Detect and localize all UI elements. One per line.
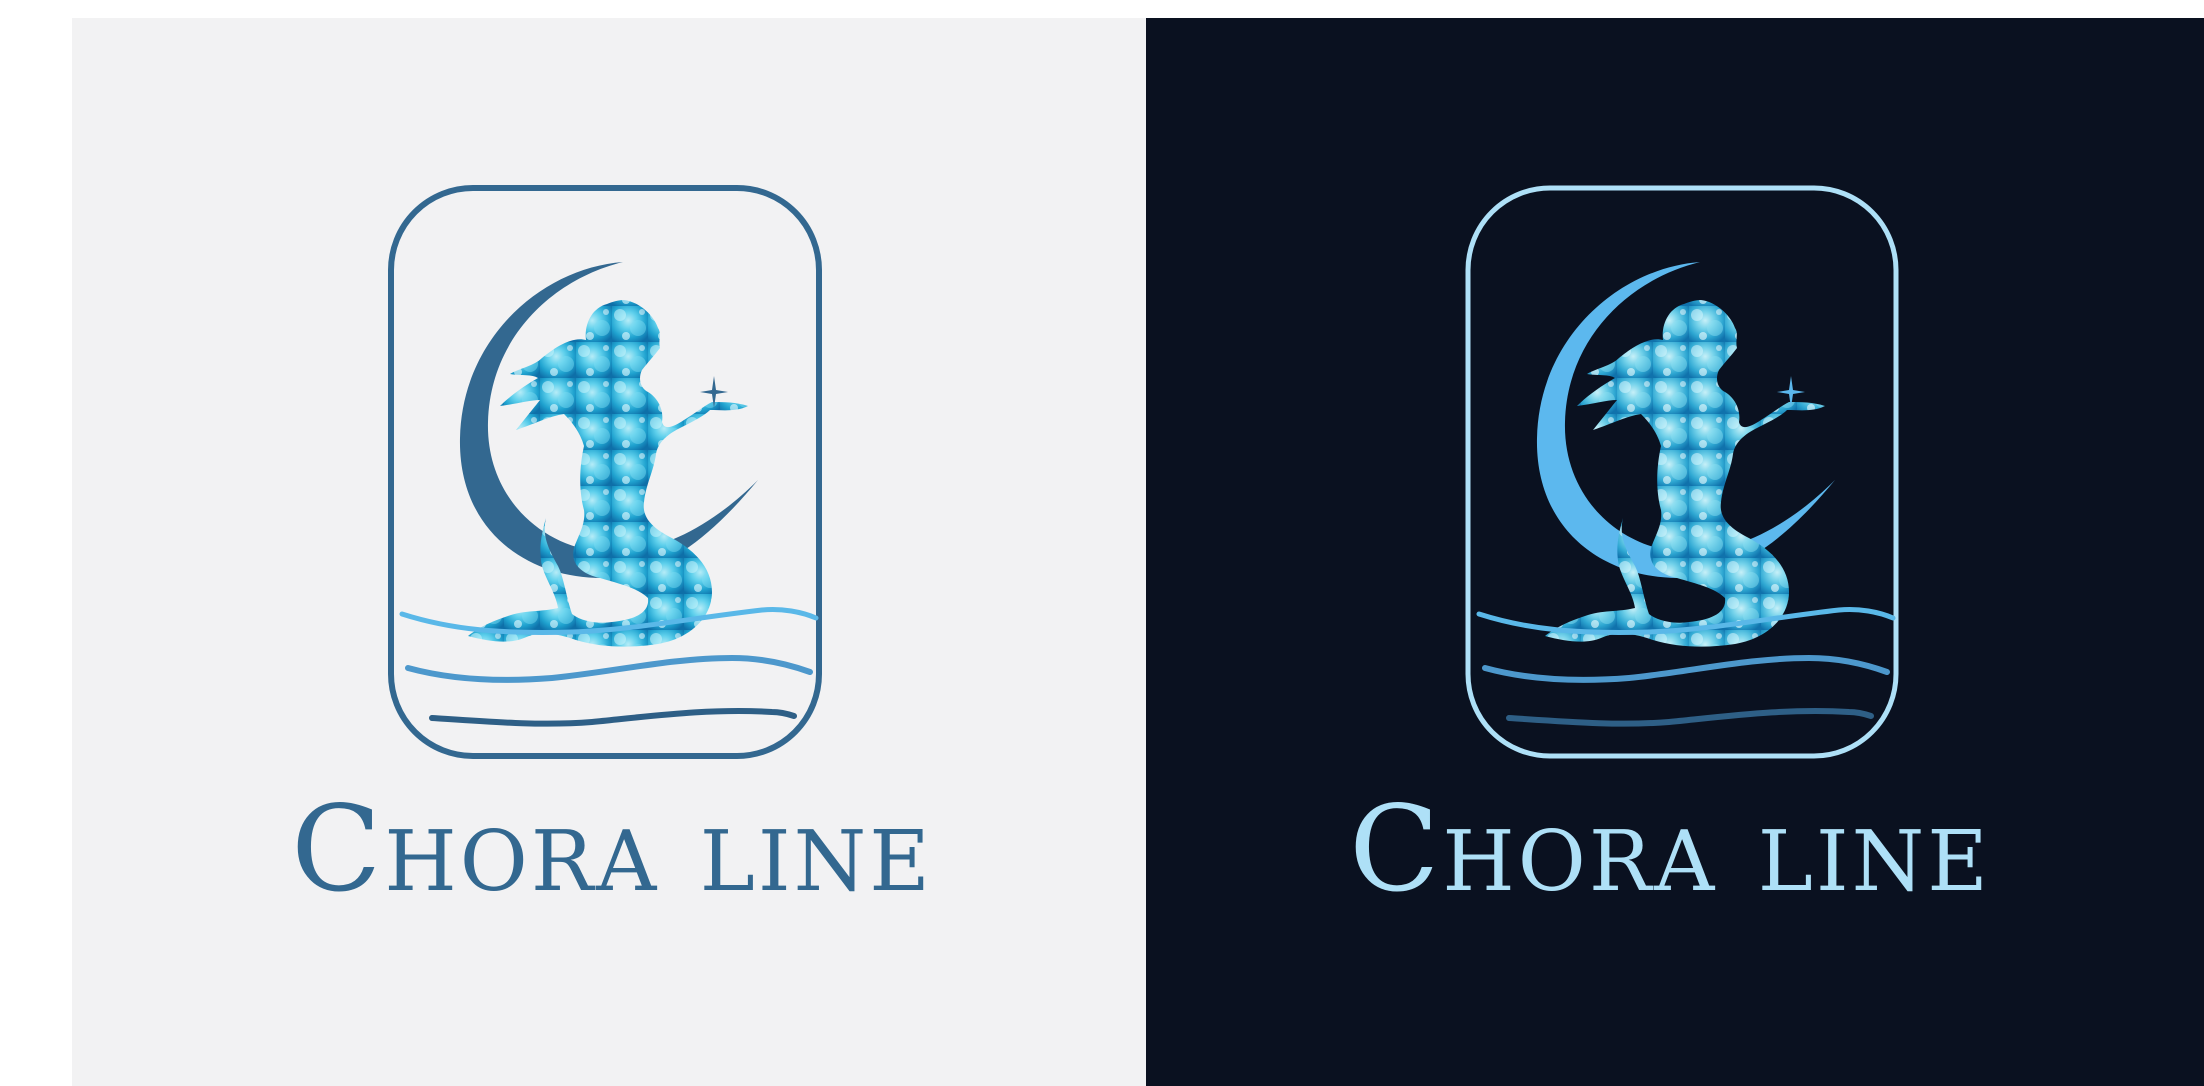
wave-middle — [405, 654, 813, 683]
wave-bottom — [429, 707, 797, 727]
wave-middle — [1482, 654, 1890, 683]
logo-presentation: Chora line Chora line — [0, 0, 2204, 1086]
brand-wordmark: Chora line — [1349, 780, 1991, 918]
mermaid-figure-icon — [468, 300, 748, 647]
logo-emblem-light — [388, 185, 822, 759]
brand-wordmark: Chora line — [291, 780, 933, 918]
wave-top — [399, 607, 819, 635]
light-variant-panel: Chora line — [72, 18, 1146, 1086]
wave-top — [1476, 607, 1896, 635]
wave-bottom — [1506, 707, 1874, 727]
mermaid-figure-icon — [1545, 300, 1825, 647]
dark-variant-panel: Chora line — [1146, 18, 2204, 1086]
logo-emblem-dark — [1465, 185, 1899, 759]
